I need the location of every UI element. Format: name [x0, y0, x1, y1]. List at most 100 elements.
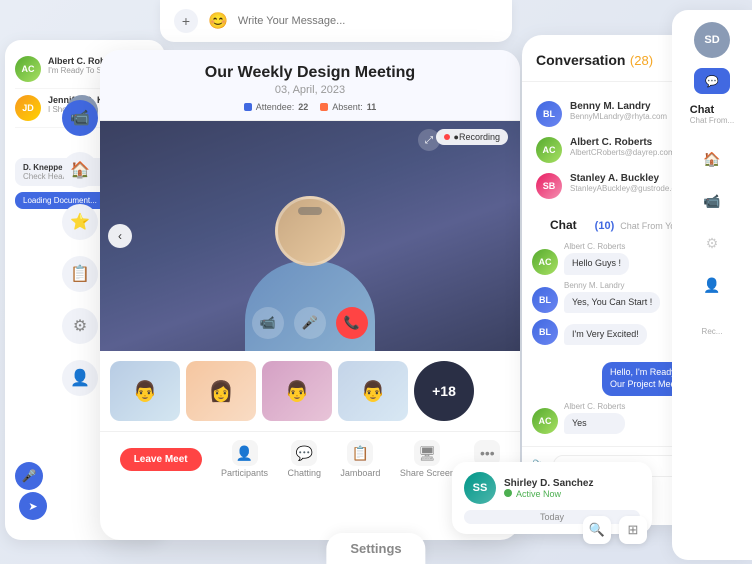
participants-icon: 👤	[232, 440, 258, 466]
msg-sender: Albert C. Roberts	[564, 402, 625, 411]
participant-thumb-1[interactable]: 👨	[110, 361, 180, 421]
attendee-dot	[244, 103, 252, 111]
sidebar-board-icon[interactable]: 📋	[62, 256, 98, 292]
chatting-icon: 💬	[291, 440, 317, 466]
shirley-row: SS Shirley D. Sanchez Active Now	[464, 472, 640, 504]
participants-tab[interactable]: 👤 Participants	[221, 440, 268, 478]
sidebar-home-icon[interactable]: 🏠	[62, 152, 98, 188]
share-screen-icon: 🖥	[414, 440, 440, 466]
expand-button[interactable]: ⤢	[418, 129, 440, 151]
online-indicator	[504, 489, 512, 497]
far-right-rec-label: Rec...	[702, 327, 723, 336]
share-screen-label: Share Screen	[400, 468, 455, 478]
attendee-count: Attendee: 22	[244, 102, 309, 112]
participant-thumb-2[interactable]: 👩	[186, 361, 256, 421]
msg-sender: Albert C. Roberts	[564, 242, 629, 251]
shirley-avatar: SS	[464, 472, 496, 504]
msg-sender: Benny M. Landry	[564, 281, 660, 290]
meeting-title: Our Weekly Design Meeting	[118, 64, 502, 82]
msg-content: Albert C. Roberts Hello Guys !	[564, 242, 629, 275]
avatar-benny: BL	[536, 101, 562, 127]
message-bubble: Yes, You Can Start !	[564, 292, 660, 314]
participants-label: Participants	[221, 468, 268, 478]
share-screen-tab[interactable]: 🖥 Share Screen	[400, 440, 455, 478]
far-right-avatar: SD	[694, 22, 730, 58]
video-toggle-button[interactable]: 📹	[252, 307, 284, 339]
nav-back-button[interactable]: ‹	[108, 224, 132, 248]
msg-content: I'm Very Excited!	[564, 324, 647, 346]
video-area: ●Recording ⤢ ‹ 📹 🎤 📞	[100, 121, 520, 351]
far-right-settings-icon[interactable]: ⚙	[696, 227, 728, 259]
sidebar-settings-icon[interactable]: ⚙	[62, 308, 98, 344]
end-call-button[interactable]: 📞	[336, 307, 368, 339]
send-float-button[interactable]: ➤	[19, 492, 47, 520]
thumb-avatar: 👨	[110, 361, 180, 421]
message-bubble: I'm Very Excited!	[564, 324, 647, 346]
conv-email: BennyMLandry@rhyta.com	[570, 112, 667, 121]
video-controls: 📹 🎤 📞	[252, 307, 368, 339]
recording-badge: ●Recording	[436, 129, 508, 145]
msg-avatar: AC	[532, 249, 558, 275]
message-bubble: Yes	[564, 413, 625, 435]
message-bubble: Hello Guys !	[564, 253, 629, 275]
avatar-albert: AC	[536, 137, 562, 163]
conv-name: Stanley A. Buckley	[570, 173, 687, 184]
msg-avatar: BL	[532, 287, 558, 313]
conv-name: Albert C. Roberts	[570, 137, 675, 148]
far-right-chat-title: Chat	[684, 104, 740, 116]
conv-info: Benny M. Landry BennyMLandry@rhyta.com	[570, 101, 667, 127]
msg-avatar: BL	[532, 319, 558, 345]
sidebar-video-icon[interactable]: 📹	[62, 100, 98, 136]
jamboard-icon: 📋	[347, 440, 373, 466]
conv-info: Albert C. Roberts AlbertCRoberts@dayrep.…	[570, 137, 675, 163]
shirley-info: Shirley D. Sanchez Active Now	[504, 478, 593, 499]
mic-button[interactable]: 🎤	[15, 462, 43, 490]
msg-content: Benny M. Landry Yes, You Can Start !	[564, 281, 660, 314]
jamboard-tab[interactable]: 📋 Jamboard	[340, 440, 380, 478]
far-right-home-icon[interactable]: 🏠	[696, 143, 728, 175]
conv-email: StanleyABuckley@gustrode.com	[570, 184, 687, 193]
shirley-status: Active Now	[504, 489, 593, 499]
message-input[interactable]	[238, 15, 498, 27]
absent-count: Absent: 11	[320, 102, 376, 112]
sidebar-user-icon[interactable]: 👤	[62, 360, 98, 396]
avatar-stanley: SB	[536, 173, 562, 199]
far-right-panel: SD 💬 Chat Chat From... 🏠 📹 ⚙ 👤 Rec...	[672, 10, 752, 560]
meeting-date: 03, April, 2023	[118, 84, 502, 96]
chat-section-title: Chat	[536, 210, 591, 236]
thumb-avatar: 👩	[186, 361, 256, 421]
attendee-row: Attendee: 22 Absent: 11	[118, 102, 502, 112]
conversation-count: (28)	[630, 53, 653, 68]
bottom-search-area: 🔍 ⊞	[583, 516, 647, 544]
far-right-video-icon[interactable]: 📹	[696, 185, 728, 217]
grid-view-button[interactable]: ⊞	[619, 516, 647, 544]
sidebar-star-icon[interactable]: ⭐	[62, 204, 98, 240]
chatting-tab[interactable]: 💬 Chatting	[287, 440, 321, 478]
thumb-avatar: 👨	[338, 361, 408, 421]
participant-thumb-4[interactable]: 👨	[338, 361, 408, 421]
far-right-chat-sub: Chat From...	[684, 116, 740, 125]
search-icon-button[interactable]: 🔍	[583, 516, 611, 544]
settings-label: Settings	[326, 533, 425, 564]
mic-toggle-button[interactable]: 🎤	[294, 307, 326, 339]
chat-quick-button[interactable]: 💬	[694, 68, 730, 94]
rec-dot	[444, 134, 450, 140]
avatar: JD	[15, 95, 41, 121]
thumb-avatar: 👨	[262, 361, 332, 421]
conv-email: AlbertCRoberts@dayrep.com	[570, 148, 675, 157]
emoji-picker-button[interactable]: 😊	[208, 11, 228, 31]
chatting-label: Chatting	[287, 468, 321, 478]
add-attachment-button[interactable]: +	[174, 9, 198, 33]
shirley-name: Shirley D. Sanchez	[504, 478, 593, 489]
jamboard-label: Jamboard	[340, 468, 380, 478]
conv-name: Benny M. Landry	[570, 101, 667, 112]
more-participants-badge[interactable]: +18	[414, 361, 474, 421]
participant-thumb-3[interactable]: 👨	[262, 361, 332, 421]
msg-avatar: AC	[532, 408, 558, 434]
chat-count: (10)	[595, 220, 615, 232]
leave-meeting-button[interactable]: Leave Meet	[120, 448, 202, 471]
avatar: AC	[15, 56, 41, 82]
participant-thumbnails: 👨 👩 👨 👨 +18	[100, 351, 520, 431]
absent-dot	[320, 103, 328, 111]
far-right-user-icon[interactable]: 👤	[696, 269, 728, 301]
